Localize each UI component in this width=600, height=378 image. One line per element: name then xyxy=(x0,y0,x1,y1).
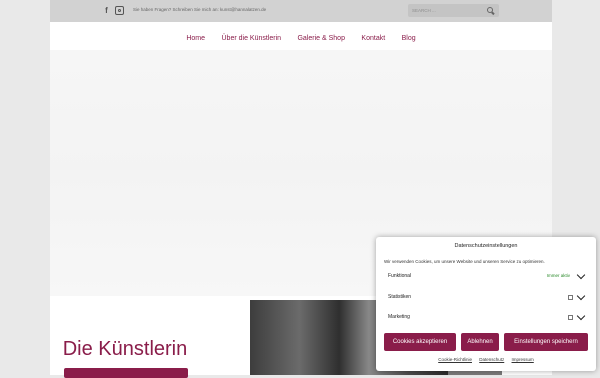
search-box[interactable] xyxy=(408,4,499,17)
consent-row-label: Statistiken xyxy=(388,294,412,300)
consent-title: Datenschutzeinstellungen xyxy=(454,243,518,249)
accept-cookies-button[interactable]: Cookies akzeptieren xyxy=(384,333,456,351)
always-active-status: Immer aktiv xyxy=(546,273,570,278)
nav-item-blog[interactable]: Blog xyxy=(402,31,416,47)
main-nav: Home Über die Künstlerin Galerie & Shop … xyxy=(50,27,552,43)
nav-item-about[interactable]: Über die Künstlerin xyxy=(222,31,282,47)
statistics-checkbox[interactable] xyxy=(568,295,573,300)
contact-hint: Sie haben Fragen? Schreiben Sie mich an:… xyxy=(133,7,267,12)
reject-button[interactable]: Ablehnen xyxy=(461,333,499,351)
cookie-policy-link[interactable]: Cookie-Richtlinie xyxy=(438,357,472,362)
consent-description: Wir verwenden Cookies, um unsere Website… xyxy=(384,259,545,264)
instagram-icon[interactable] xyxy=(115,6,124,15)
nav-item-gallery-shop[interactable]: Galerie & Shop xyxy=(297,31,344,47)
nav-item-home[interactable]: Home xyxy=(186,31,205,47)
consent-row-label: Funktional xyxy=(388,273,412,279)
consent-links: Cookie-Richtlinie Datenschutz Impressum xyxy=(376,357,596,362)
nav-item-contact[interactable]: Kontakt xyxy=(361,31,385,47)
chevron-down-icon[interactable] xyxy=(576,270,586,280)
consent-row-functional[interactable]: Funktional Immer aktiv xyxy=(388,270,586,282)
top-bar: f Sie haben Fragen? Schreiben Sie mich a… xyxy=(50,0,552,22)
search-icon[interactable] xyxy=(487,7,493,13)
section-title: Die Künstlerin xyxy=(62,338,188,360)
chevron-down-icon[interactable] xyxy=(576,291,586,301)
consent-row-marketing[interactable]: Marketing xyxy=(388,311,586,323)
consent-row-statistics[interactable]: Statistiken xyxy=(388,291,586,303)
imprint-link[interactable]: Impressum xyxy=(512,357,534,362)
facebook-icon[interactable]: f xyxy=(102,6,111,15)
privacy-link[interactable]: Datenschutz xyxy=(479,357,504,362)
chevron-down-icon[interactable] xyxy=(576,311,586,321)
save-settings-button[interactable]: Einstellungen speichern xyxy=(504,333,588,351)
artist-more-button[interactable] xyxy=(64,368,188,378)
marketing-checkbox[interactable] xyxy=(568,315,573,320)
cookie-consent-dialog: Datenschutzeinstellungen Wir verwenden C… xyxy=(376,237,596,371)
search-input[interactable] xyxy=(412,6,482,15)
consent-row-label: Marketing xyxy=(388,314,410,320)
